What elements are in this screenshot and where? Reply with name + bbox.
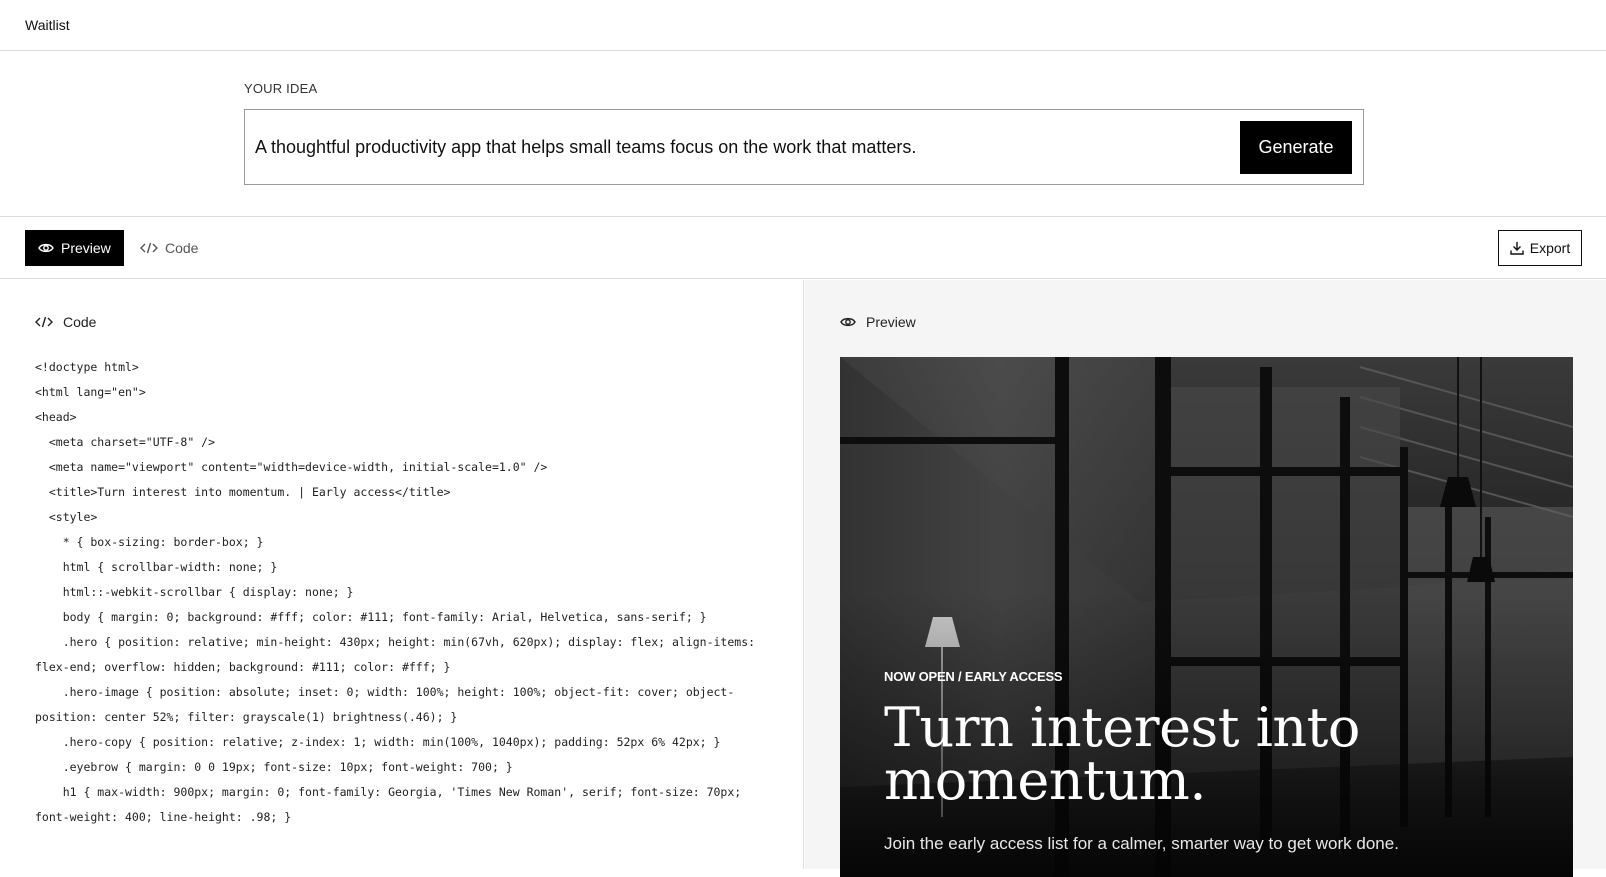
tab-preview-label: Preview [61, 240, 111, 256]
code-line: * { box-sizing: border-box; } [35, 535, 264, 549]
code-pane-header: Code [35, 314, 96, 330]
app-title: Waitlist [25, 17, 70, 33]
download-icon [1510, 241, 1524, 255]
idea-input-box: Generate [244, 109, 1364, 185]
code-line: <style> [35, 510, 98, 524]
hero-heading: Turn interest into momentum. [884, 701, 1553, 808]
code-line: position: center 52%; filter: grayscale(… [35, 710, 458, 724]
code-line: <meta charset="UTF-8" /> [35, 435, 216, 449]
code-line: h1 { max-width: 900px; margin: 0; font-f… [35, 785, 742, 799]
tab-preview[interactable]: Preview [25, 230, 124, 266]
hero-heading-line-2: momentum. [884, 748, 1207, 812]
code-line: font-weight: 400; line-height: .98; } [35, 810, 292, 824]
code-line: <html lang="en"> [35, 385, 146, 399]
code-line: .hero { position: relative; min-height: … [35, 635, 756, 649]
code-line: .eyebrow { margin: 0 0 19px; font-size: … [35, 760, 513, 774]
eye-icon [38, 242, 54, 254]
tab-code[interactable]: Code [140, 230, 198, 266]
code-line: <!doctype html> [35, 360, 139, 374]
hero-preview: NOW OPEN / EARLY ACCESS Turn interest in… [840, 357, 1573, 877]
idea-input[interactable] [255, 127, 1240, 167]
code-icon [140, 242, 158, 254]
view-tabs-bar: Preview Code Export [0, 217, 1606, 279]
eye-icon [840, 316, 856, 328]
code-pane-title: Code [63, 314, 97, 330]
code-line: html { scrollbar-width: none; } [35, 560, 278, 574]
hero-eyebrow: NOW OPEN / EARLY ACCESS [884, 669, 1063, 684]
code-line: <meta name="viewport" content="width=dev… [35, 460, 548, 474]
top-bar: Waitlist [0, 0, 1606, 51]
idea-section: YOUR IDEA Generate [0, 51, 1606, 217]
code-line: .hero-copy { position: relative; z-index… [35, 735, 721, 749]
code-line: <title>Turn interest into momentum. | Ea… [35, 485, 451, 499]
code-line: html::-webkit-scrollbar { display: none;… [35, 585, 354, 599]
code-icon [35, 316, 53, 328]
export-button[interactable]: Export [1498, 230, 1582, 266]
preview-pane: Preview NOW OPEN / EARLY ACCESS Turn int… [805, 280, 1606, 877]
code-line: <head> [35, 410, 77, 424]
code-block: <!doctype html> <html lang="en"> <head> <m… [35, 355, 765, 830]
hero-copy: NOW OPEN / EARLY ACCESS Turn interest in… [884, 669, 1553, 854]
content-area: Code <!doctype html> <html lang="en"> <hea… [0, 280, 1606, 877]
code-line: flex-end; overflow: hidden; background: … [35, 660, 451, 674]
code-line: body { margin: 0; background: #fff; colo… [35, 610, 707, 624]
export-label: Export [1529, 240, 1571, 256]
hero-subheading: Join the early access list for a calmer,… [884, 833, 1399, 853]
preview-pane-title: Preview [866, 314, 916, 330]
generate-button[interactable]: Generate [1240, 120, 1352, 174]
tab-code-label: Code [165, 240, 199, 256]
code-pane: Code <!doctype html> <html lang="en"> <hea… [0, 280, 804, 869]
code-line: .hero-image { position: absolute; inset:… [35, 685, 735, 699]
preview-pane-header: Preview [840, 314, 916, 330]
idea-label: YOUR IDEA [244, 81, 318, 96]
